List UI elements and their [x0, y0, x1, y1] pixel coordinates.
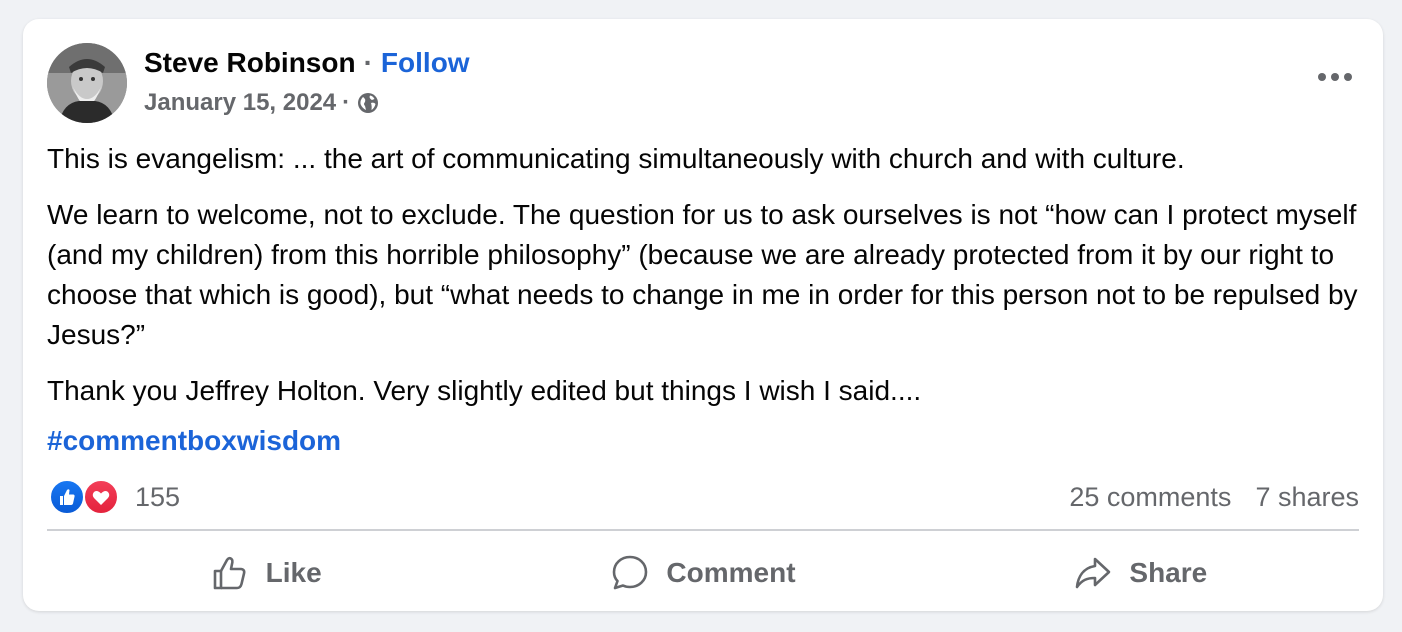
engagement-counts: 25 comments 7 shares [1069, 482, 1359, 513]
more-options-button[interactable] [1313, 63, 1357, 91]
reaction-count: 155 [135, 481, 181, 512]
post-paragraph: Thank you Jeffrey Holton. Very slightly … [47, 375, 922, 406]
avatar-photo [47, 43, 127, 123]
globe-icon[interactable] [356, 91, 380, 115]
comments-count[interactable]: 25 comments [1069, 482, 1231, 513]
love-reaction-icon [83, 479, 119, 515]
author-line: Steve Robinson · Follow [144, 45, 470, 81]
divider [47, 529, 1359, 531]
share-button[interactable]: Share [922, 547, 1359, 599]
separator-dot: · [342, 89, 351, 116]
like-reaction-icon [49, 479, 85, 515]
comment-label: Comment [666, 557, 796, 588]
post-text: This is evangelism: ... the art of commu… [47, 139, 1363, 427]
reaction-icons [47, 477, 125, 517]
follow-button[interactable]: Follow [381, 47, 470, 79]
share-label: Share [1129, 557, 1208, 588]
post-card: Steve Robinson · Follow January 15, 2024… [23, 19, 1383, 611]
post-actions: Like Comment Share [47, 547, 1359, 599]
post-paragraph: This is evangelism: ... the art of commu… [47, 143, 1185, 174]
share-icon [1076, 557, 1111, 589]
comment-icon [613, 555, 648, 590]
post-meta: January 15, 2024 · [144, 87, 380, 119]
shares-count[interactable]: 7 shares [1255, 482, 1359, 513]
more-options-icon [1318, 73, 1352, 81]
post-date[interactable]: January 15, 2024 [144, 89, 336, 117]
like-label: Like [265, 557, 322, 588]
author-avatar[interactable] [47, 43, 127, 123]
reactions-button[interactable]: 155 [47, 477, 180, 517]
post-paragraph: We learn to welcome, not to exclude. The… [47, 199, 1358, 350]
reactions-summary: 155 25 comments 7 shares [47, 475, 1359, 519]
hashtag-link[interactable]: #commentboxwisdom [47, 425, 341, 457]
like-icon [213, 556, 246, 590]
like-button[interactable]: Like [47, 547, 484, 599]
comment-button[interactable]: Comment [484, 547, 921, 599]
author-name[interactable]: Steve Robinson [144, 47, 356, 79]
separator-dot: · [363, 47, 373, 78]
